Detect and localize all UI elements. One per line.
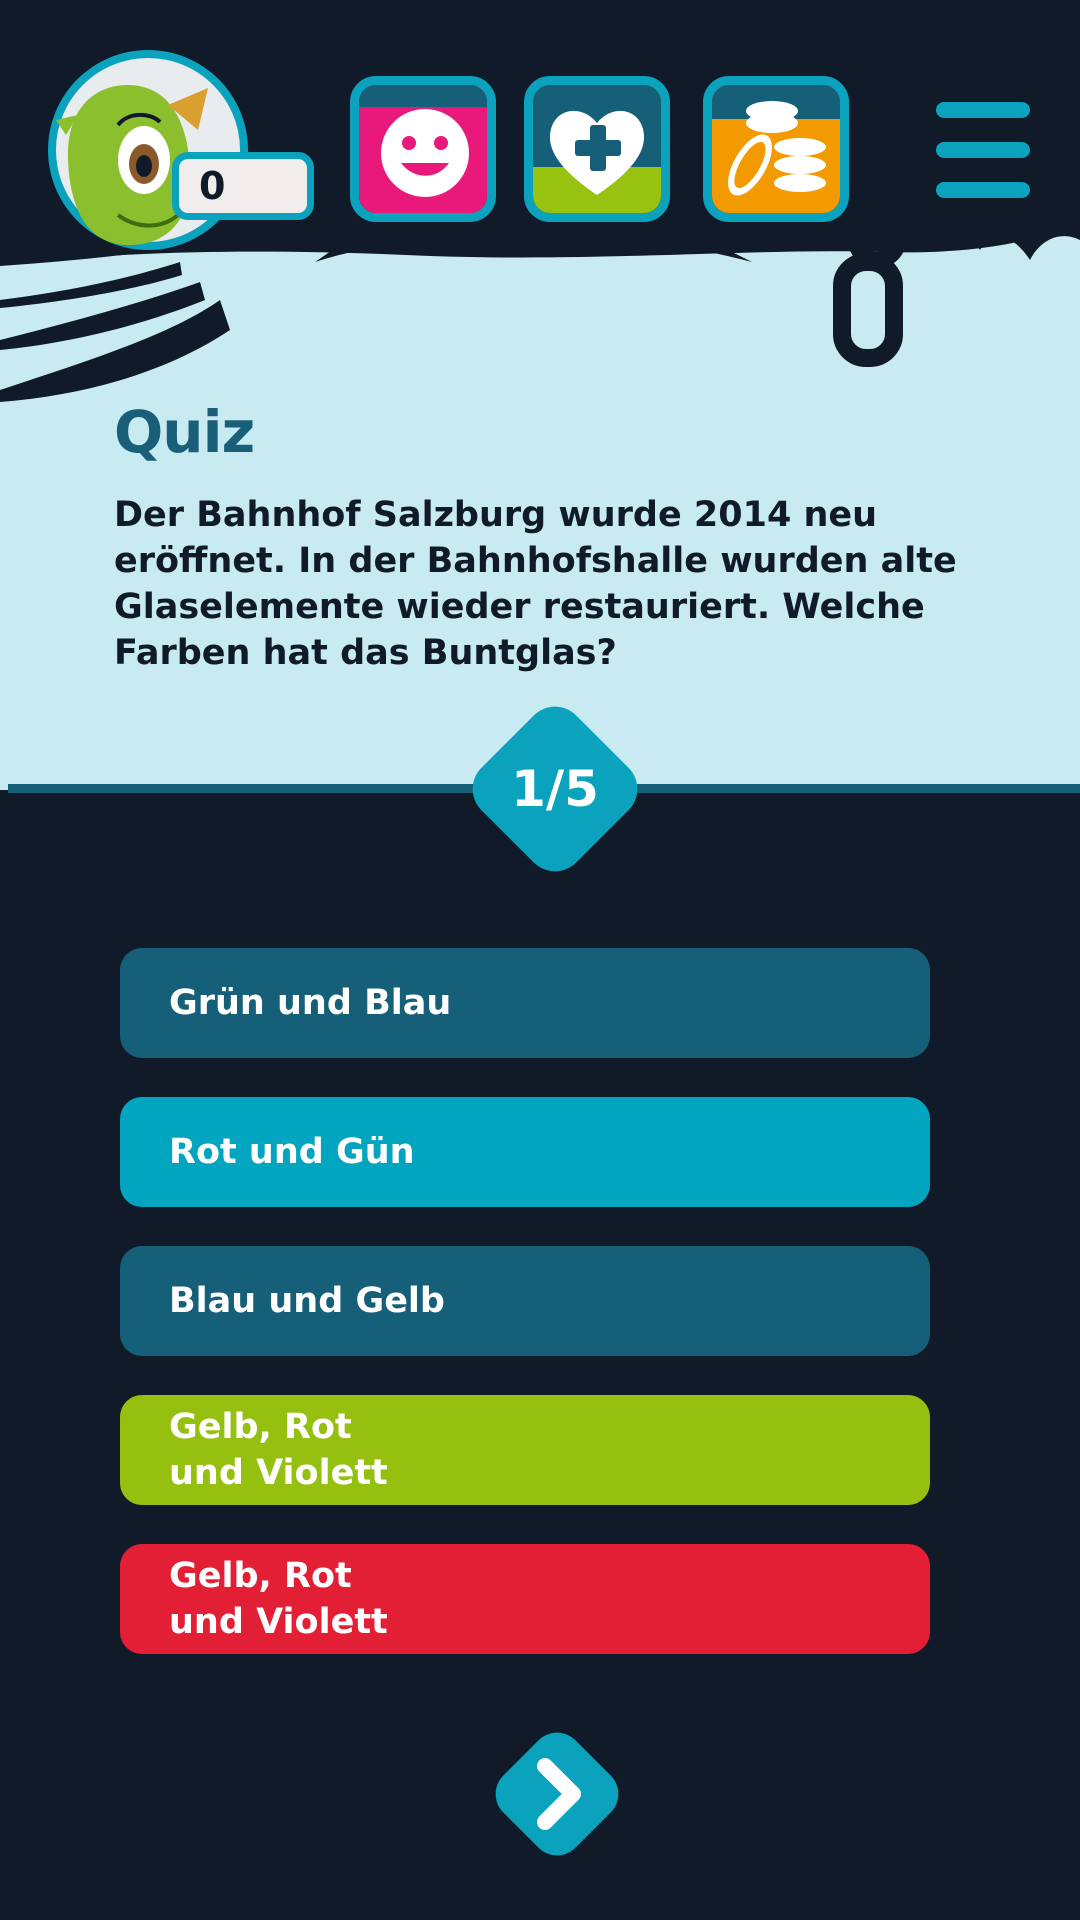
mood-button[interactable] [350, 76, 496, 222]
heart-plus-icon [533, 85, 661, 213]
player-avatar[interactable] [48, 50, 248, 250]
coins-button[interactable] [703, 76, 849, 222]
score-counter: 0 [172, 152, 314, 220]
menu-line [936, 142, 1030, 158]
menu-line [936, 182, 1030, 198]
progress-label: 1/5 [511, 760, 599, 818]
progress-indicator: 1/5 [460, 694, 650, 884]
menu-line [936, 102, 1030, 118]
quiz-question: Der Bahnhof Salzburg wurde 2014 neu eröf… [114, 495, 957, 673]
health-button[interactable] [524, 76, 670, 222]
answer-option-4[interactable]: Gelb, Rot und Violett [120, 1395, 930, 1505]
smiley-face-icon [359, 85, 487, 213]
answer-option-1[interactable]: Grün und Blau [120, 948, 930, 1058]
next-button[interactable] [484, 1721, 630, 1867]
answer-list: Grün und Blau Rot und Gün Blau und Gelb … [120, 948, 930, 1693]
chevron-right-icon [537, 1758, 581, 1830]
answer-option-5[interactable]: Gelb, Rot und Violett [120, 1544, 930, 1654]
green-monster-mascot-icon [56, 58, 240, 245]
answer-option-3[interactable]: Blau und Gelb [120, 1246, 930, 1356]
hamburger-menu-icon[interactable] [936, 102, 1030, 198]
answer-option-2[interactable]: Rot und Gün [120, 1097, 930, 1207]
page-title: Quiz [114, 398, 255, 466]
coins-stack-icon [712, 85, 840, 213]
